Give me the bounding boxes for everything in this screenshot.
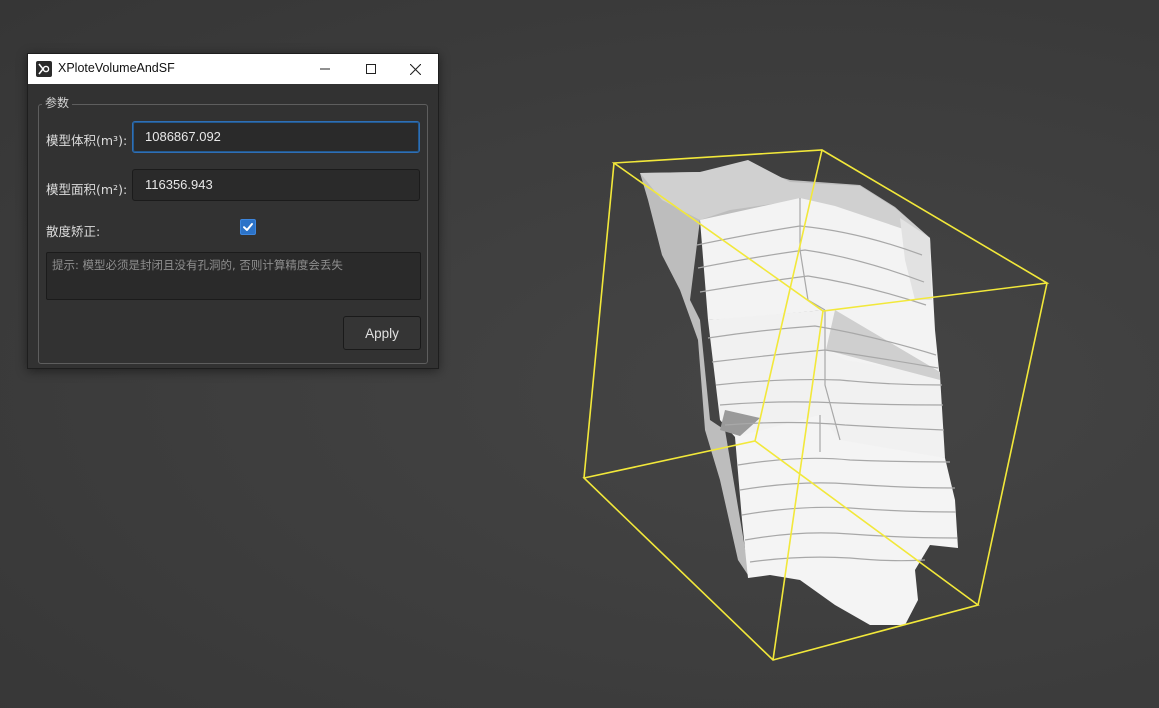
area-label: 模型面积(m²):	[46, 182, 128, 197]
scatter-correction-checkbox[interactable]	[240, 219, 256, 235]
volume-dialog: XPloteVolumeAndSF 参数 模型体积(m³): 1086867.0…	[27, 53, 439, 369]
scatter-correction-label: 散度矫正:	[46, 224, 101, 239]
apply-button[interactable]: Apply	[343, 316, 421, 350]
close-button[interactable]	[392, 54, 438, 84]
close-icon	[409, 63, 421, 75]
maximize-button[interactable]	[348, 54, 394, 84]
window-title: XPloteVolumeAndSF	[58, 61, 175, 75]
minimize-button[interactable]	[302, 54, 348, 84]
params-group-title: 参数	[42, 94, 73, 111]
app-logo-icon	[36, 61, 52, 77]
hint-textbox[interactable]: 提示: 模型必须是封闭且没有孔洞的, 否则计算精度会丢失	[46, 252, 421, 300]
volume-label: 模型体积(m³):	[46, 133, 128, 148]
area-field[interactable]: 116356.943	[132, 169, 420, 201]
volume-field[interactable]: 1086867.092	[132, 121, 420, 153]
minimize-icon	[320, 68, 330, 70]
title-bar[interactable]: XPloteVolumeAndSF	[28, 54, 438, 84]
maximize-icon	[366, 64, 376, 74]
checkmark-icon	[243, 223, 253, 231]
